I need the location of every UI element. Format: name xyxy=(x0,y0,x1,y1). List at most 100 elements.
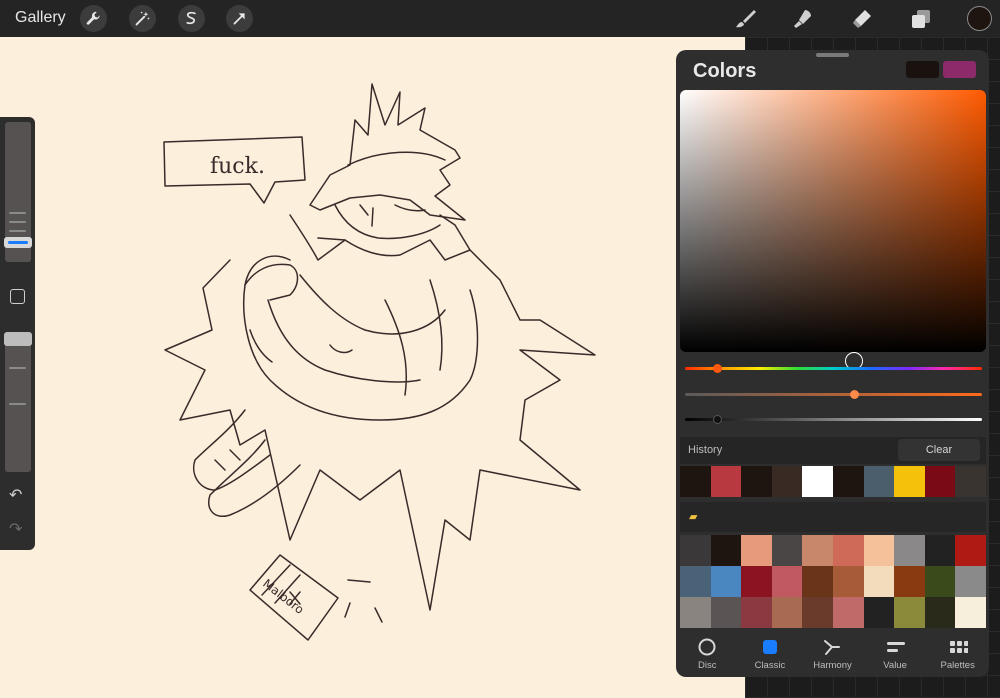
brush-sidebar: ↶ ↷ xyxy=(0,117,35,550)
speech-bubble-text: fuck. xyxy=(210,154,265,179)
history-swatch[interactable] xyxy=(741,466,772,497)
opacity-slider[interactable] xyxy=(5,332,31,472)
palette-swatch[interactable] xyxy=(771,566,803,597)
palette-swatch[interactable] xyxy=(833,535,864,566)
eraser-icon[interactable] xyxy=(849,6,875,32)
history-label: History xyxy=(688,444,723,456)
tab-label: Harmony xyxy=(813,660,852,671)
hat xyxy=(309,83,466,221)
panel-grabber[interactable] xyxy=(816,53,849,57)
palette-swatch[interactable] xyxy=(924,566,956,597)
modify-button[interactable] xyxy=(10,289,25,304)
history-header: History Clear xyxy=(680,437,986,464)
palette-swatch[interactable] xyxy=(680,597,711,628)
hand xyxy=(244,263,299,301)
gallery-button[interactable]: Gallery xyxy=(15,9,66,27)
brush-icon[interactable] xyxy=(733,6,759,32)
selection-icon[interactable] xyxy=(178,5,205,32)
palette-swatch[interactable] xyxy=(924,597,956,628)
tab-palettes[interactable]: Palettes xyxy=(926,633,989,677)
palette-swatch[interactable] xyxy=(955,566,986,597)
palette-swatch[interactable] xyxy=(924,535,956,566)
palette-swatch[interactable] xyxy=(802,566,833,597)
palette-icon[interactable]: ▰ xyxy=(689,510,697,523)
classic-icon xyxy=(760,638,780,656)
saturation-slider[interactable] xyxy=(685,390,982,399)
palette-swatch[interactable] xyxy=(802,535,833,566)
history-swatch[interactable] xyxy=(771,466,803,497)
palette-swatch[interactable] xyxy=(680,566,711,597)
history-swatch[interactable] xyxy=(863,466,895,497)
transform-arrow-icon[interactable] xyxy=(226,5,253,32)
opacity-knob[interactable] xyxy=(4,332,32,346)
tab-disc[interactable]: Disc xyxy=(676,633,739,677)
redo-icon[interactable]: ↷ xyxy=(9,519,22,539)
palette-swatch[interactable] xyxy=(710,566,742,597)
saturation-knob[interactable] xyxy=(849,390,859,399)
history-swatch[interactable] xyxy=(832,466,864,497)
history-swatch[interactable] xyxy=(680,466,711,497)
undo-icon[interactable]: ↶ xyxy=(9,485,22,505)
palette-swatch[interactable] xyxy=(680,535,711,566)
current-color-button[interactable] xyxy=(967,6,992,31)
saturation-brightness-picker[interactable] xyxy=(680,90,986,370)
tab-classic[interactable]: Classic xyxy=(739,633,802,677)
brush-size-knob[interactable] xyxy=(4,237,32,248)
palette-swatch[interactable] xyxy=(710,597,742,628)
tab-harmony[interactable]: Harmony xyxy=(801,633,864,677)
history-swatch[interactable] xyxy=(710,466,742,497)
tab-label: Palettes xyxy=(940,660,975,671)
palette-swatch[interactable] xyxy=(741,566,772,597)
brightness-knob[interactable] xyxy=(713,415,723,424)
palette-swatch[interactable] xyxy=(710,535,742,566)
history-swatches xyxy=(680,466,986,497)
palette-swatch[interactable] xyxy=(741,535,772,566)
palette-swatch[interactable] xyxy=(833,597,864,628)
palette-swatch[interactable] xyxy=(863,566,895,597)
palette-swatch[interactable] xyxy=(802,597,833,628)
colors-panel: Colors History Clear ▰ Disc Classic Harm… xyxy=(676,50,989,677)
top-toolbar: Gallery xyxy=(0,0,1000,37)
layers-icon[interactable] xyxy=(908,6,934,32)
harmony-icon xyxy=(822,638,842,656)
magic-wand-icon[interactable] xyxy=(129,5,156,32)
brightness-slider[interactable] xyxy=(685,415,982,424)
palette-swatch[interactable] xyxy=(955,597,986,628)
disc-icon xyxy=(697,638,717,656)
wrench-icon[interactable] xyxy=(80,5,107,32)
palette-swatch[interactable] xyxy=(863,535,895,566)
palette-swatch[interactable] xyxy=(833,566,864,597)
palette-header: ▰ xyxy=(680,502,986,532)
primary-color-swatch[interactable] xyxy=(943,61,976,78)
cigarette-butts xyxy=(344,579,383,623)
value-icon xyxy=(885,638,906,656)
smudge-icon[interactable] xyxy=(790,6,816,32)
palette-swatch[interactable] xyxy=(894,535,925,566)
palettes-icon xyxy=(948,638,968,656)
tab-value[interactable]: Value xyxy=(864,633,927,677)
palette-swatch[interactable] xyxy=(955,535,986,566)
palette-swatch[interactable] xyxy=(894,597,925,628)
tab-label: Value xyxy=(883,660,907,671)
drawing-canvas[interactable]: fuck. Malboro xyxy=(0,37,745,698)
history-swatch[interactable] xyxy=(894,466,925,497)
history-swatch[interactable] xyxy=(924,466,956,497)
history-swatch[interactable] xyxy=(955,466,986,497)
palette-swatch[interactable] xyxy=(771,535,803,566)
color-mode-tabs: Disc Classic Harmony Value Palettes xyxy=(676,633,989,677)
hue-knob[interactable] xyxy=(713,364,723,373)
secondary-color-swatch[interactable] xyxy=(906,61,939,78)
palette-swatch[interactable] xyxy=(863,597,895,628)
legs xyxy=(193,409,271,491)
palette-swatch[interactable] xyxy=(894,566,925,597)
palette-grid xyxy=(680,535,986,628)
artwork: fuck. Malboro xyxy=(163,83,596,641)
history-swatch[interactable] xyxy=(802,466,833,497)
hue-slider[interactable] xyxy=(685,364,982,373)
pack-label: Malboro xyxy=(260,576,306,617)
palette-swatch[interactable] xyxy=(771,597,803,628)
clear-history-button[interactable]: Clear xyxy=(898,439,980,461)
tab-label: Disc xyxy=(698,660,717,671)
tab-label: Classic xyxy=(754,660,786,671)
palette-swatch[interactable] xyxy=(741,597,772,628)
